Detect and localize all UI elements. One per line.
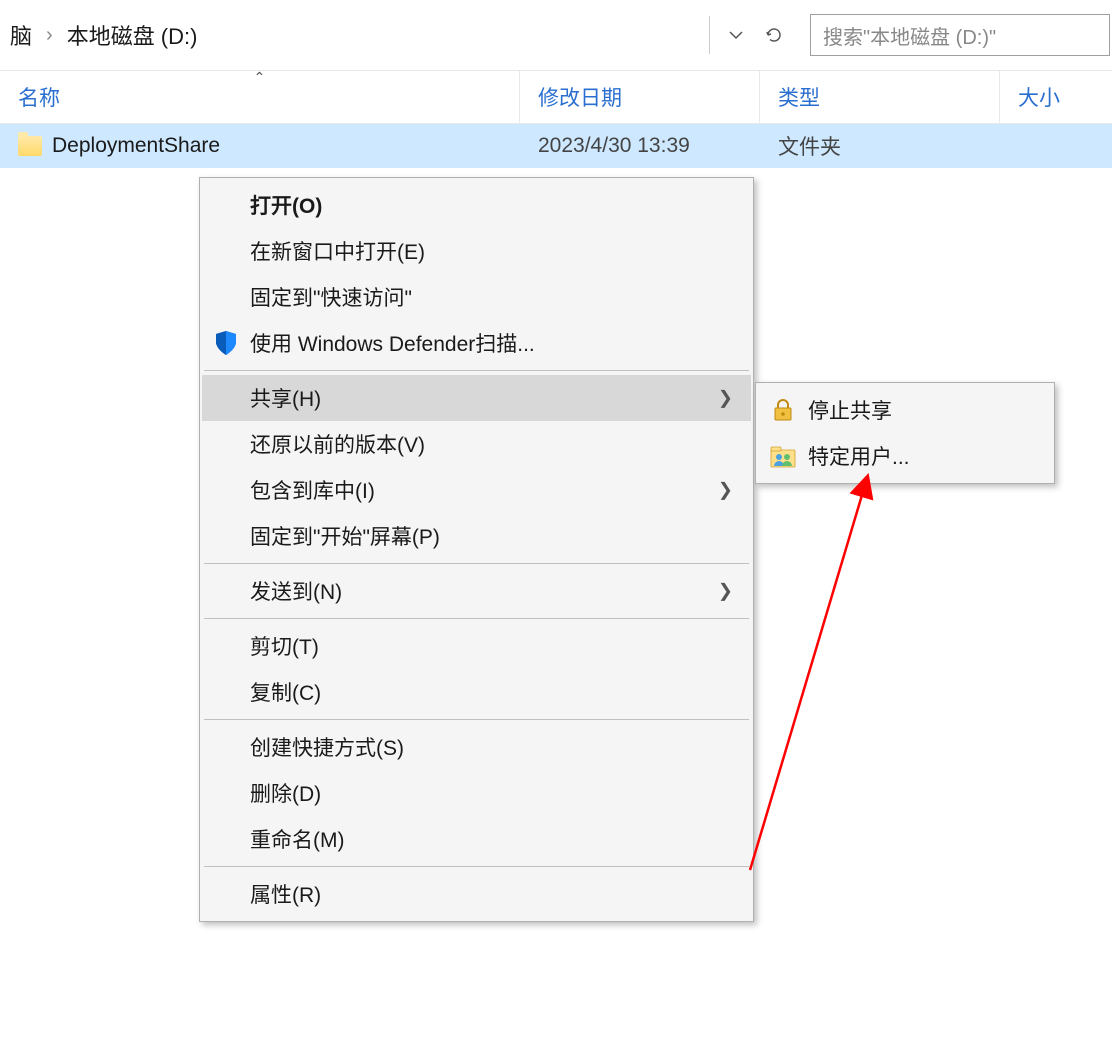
menu-cut[interactable]: 剪切(T) [202, 623, 751, 669]
menu-defender-scan[interactable]: 使用 Windows Defender扫描... [202, 320, 751, 366]
submenu-specific-people-label: 特定用户... [808, 441, 910, 471]
breadcrumb-parent[interactable]: 脑 [4, 19, 38, 51]
menu-create-shortcut[interactable]: 创建快捷方式(S) [202, 724, 751, 770]
submenu-specific-people[interactable]: 特定用户... [758, 433, 1052, 479]
menu-separator [204, 370, 749, 371]
submenu-stop-sharing-label: 停止共享 [808, 395, 892, 425]
menu-open[interactable]: 打开(O) [202, 182, 751, 228]
chevron-right-icon: ❯ [718, 480, 733, 501]
menu-send-to[interactable]: 发送到(N) ❯ [202, 568, 751, 614]
breadcrumb: 脑 › 本地磁盘 (D:) [0, 16, 800, 54]
file-row[interactable]: DeploymentShare 2023/4/30 13:39 文件夹 [0, 124, 1112, 168]
sort-ascending-icon: ⌃ [254, 69, 266, 86]
menu-separator [204, 563, 749, 564]
menu-properties[interactable]: 属性(R) [202, 871, 751, 917]
menu-include-in-library-label: 包含到库中(I) [250, 475, 375, 505]
chevron-right-icon: ❯ [718, 581, 733, 602]
column-date[interactable]: 修改日期 [520, 71, 760, 123]
breadcrumb-current[interactable]: 本地磁盘 (D:) [61, 19, 204, 51]
column-name[interactable]: 名称 ⌃ [0, 71, 520, 123]
menu-include-in-library[interactable]: 包含到库中(I) ❯ [202, 467, 751, 513]
menu-separator [204, 618, 749, 619]
column-type[interactable]: 类型 [760, 71, 1000, 123]
menu-open-new-window[interactable]: 在新窗口中打开(E) [202, 228, 751, 274]
menu-rename[interactable]: 重命名(M) [202, 816, 751, 862]
menu-copy[interactable]: 复制(C) [202, 669, 751, 715]
menu-send-to-label: 发送到(N) [250, 576, 342, 606]
context-menu: 打开(O) 在新窗口中打开(E) 固定到"快速访问" 使用 Windows De… [199, 177, 754, 922]
menu-pin-to-start[interactable]: 固定到"开始"屏幕(P) [202, 513, 751, 559]
menu-restore-previous[interactable]: 还原以前的版本(V) [202, 421, 751, 467]
file-name: DeploymentShare [52, 134, 220, 158]
menu-defender-scan-label: 使用 Windows Defender扫描... [250, 328, 535, 358]
submenu-stop-sharing[interactable]: 停止共享 [758, 387, 1052, 433]
folder-icon [18, 136, 42, 156]
menu-pin-quick-access[interactable]: 固定到"快速访问" [202, 274, 751, 320]
shield-icon [212, 329, 240, 357]
share-submenu: 停止共享 特定用户... [755, 382, 1055, 484]
people-icon [770, 443, 796, 469]
chevron-right-icon: › [38, 24, 61, 47]
address-history-dropdown[interactable] [718, 18, 754, 52]
menu-separator [204, 866, 749, 867]
column-name-label: 名称 [18, 82, 60, 112]
refresh-button[interactable] [756, 18, 792, 52]
menu-share-label: 共享(H) [250, 383, 321, 413]
menu-delete[interactable]: 删除(D) [202, 770, 751, 816]
chevron-right-icon: ❯ [718, 388, 733, 409]
address-bar: 脑 › 本地磁盘 (D:) 搜索"本地磁盘 (D:)" [0, 0, 1112, 70]
lock-icon [770, 397, 796, 423]
column-headers: 名称 ⌃ 修改日期 类型 大小 [0, 70, 1112, 124]
file-type: 文件夹 [760, 131, 1000, 161]
menu-share[interactable]: 共享(H) ❯ [202, 375, 751, 421]
search-input[interactable]: 搜索"本地磁盘 (D:)" [810, 14, 1110, 56]
file-date: 2023/4/30 13:39 [520, 134, 760, 158]
menu-separator [204, 719, 749, 720]
column-size[interactable]: 大小 [1000, 71, 1112, 123]
